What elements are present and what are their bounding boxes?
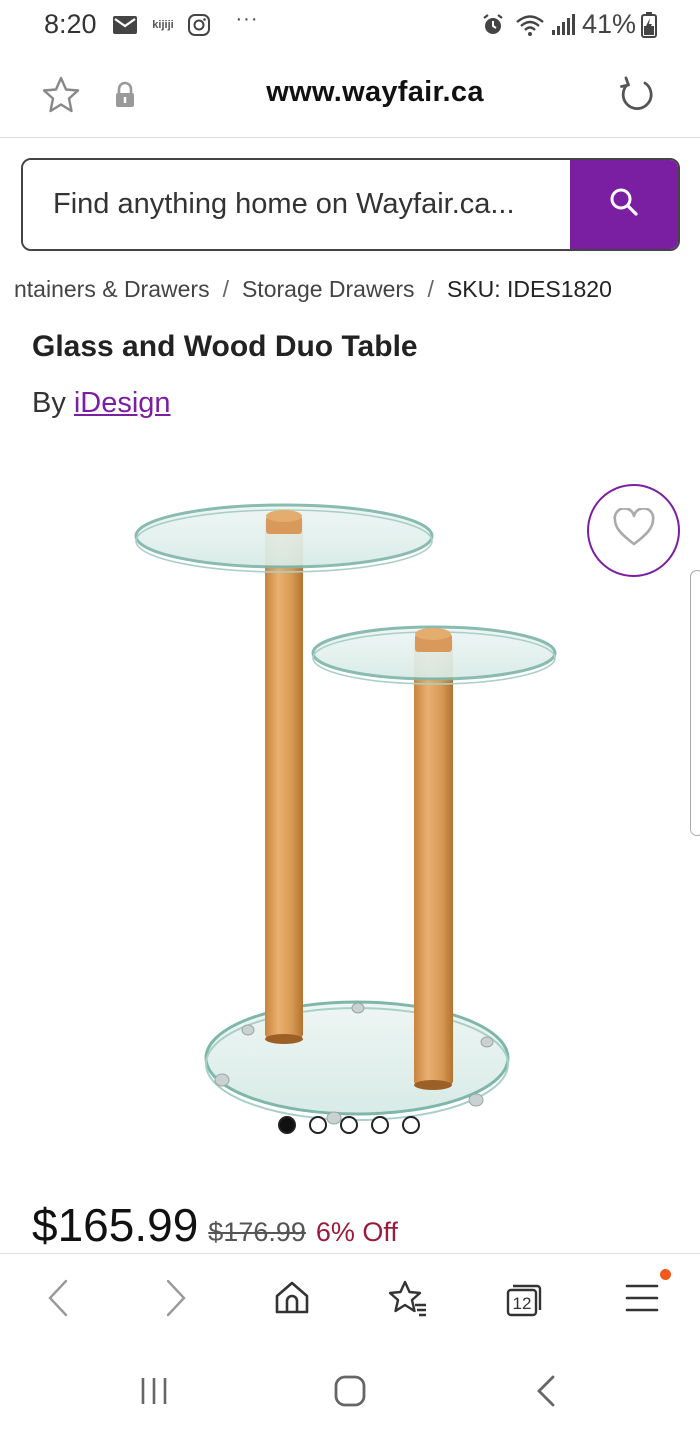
battery-icon [640,10,658,40]
recent-apps-icon [137,1375,171,1412]
current-price: $165.99 [32,1199,199,1251]
product-title: Glass and Wood Duo Table [32,330,418,363]
browser-tabs-button[interactable]: 12 [502,1278,546,1322]
favorite-button[interactable] [587,484,680,577]
lock-icon[interactable] [112,80,138,110]
breadcrumb-item-containers-drawers[interactable]: ntainers & Drawers [14,276,210,303]
browser-forward-button[interactable] [154,1278,198,1322]
tab-count: 12 [512,1294,532,1313]
alarm-icon [480,10,506,40]
browser-toolbar: 12 [0,1253,700,1345]
system-back-button[interactable] [526,1373,566,1413]
status-time: 8:20 [44,9,97,39]
battery-level: 41% [582,9,637,39]
recent-apps-button[interactable] [134,1373,174,1413]
more-icon: ··· [235,7,259,30]
wifi-icon [514,10,546,40]
scroll-handle[interactable] [690,570,700,836]
breadcrumb-separator: / [222,276,229,302]
carousel-dot[interactable] [309,1116,327,1134]
browser-menu-button[interactable] [620,1278,664,1322]
breadcrumb-separator: / [427,276,434,302]
mail-icon [110,10,140,40]
image-carousel-dots [278,1116,420,1134]
search-box [21,158,680,251]
kijiji-icon: kijiji [152,19,174,31]
brand-link[interactable]: iDesign [74,387,171,419]
instagram-icon [186,10,212,40]
carousel-dot[interactable] [371,1116,389,1134]
browser-bookmarks-button[interactable] [386,1278,430,1322]
heart-icon [612,507,656,553]
chevron-left-icon [45,1278,71,1323]
home-square-icon [332,1373,368,1414]
signal-icon [550,10,576,40]
breadcrumb: ntainers & Drawers / Storage Drawers / S… [0,272,700,308]
search-icon [609,187,639,222]
system-navigation-bar [0,1345,700,1439]
carousel-dot[interactable] [278,1116,296,1134]
price-row: $165.99 $176.99 6% Off [32,1198,398,1252]
home-icon [273,1279,311,1322]
carousel-dot[interactable] [402,1116,420,1134]
breadcrumb-sku: SKU: IDES1820 [446,276,612,302]
url-text[interactable]: www.wayfair.ca [140,76,610,109]
chevron-right-icon [163,1278,189,1323]
browser-home-button[interactable] [270,1278,314,1322]
system-home-button[interactable] [330,1373,370,1413]
product-image[interactable] [120,480,580,1140]
search-input[interactable] [23,160,572,249]
status-bar: 8:20 kijiji ··· 41% [0,0,700,50]
browser-url-bar: www.wayfair.ca [0,50,700,138]
reload-icon[interactable] [616,74,658,116]
tabs-icon: 12 [504,1281,544,1319]
product-byline: By iDesign [32,387,171,420]
notification-dot [660,1269,671,1280]
hamburger-menu-icon [624,1282,660,1319]
bookmark-star-icon[interactable] [40,74,82,116]
back-arrow-icon [531,1374,561,1413]
carousel-dot[interactable] [340,1116,358,1134]
bookmarks-icon [388,1279,428,1322]
discount-badge: 6% Off [315,1217,398,1247]
browser-back-button[interactable] [36,1278,80,1322]
breadcrumb-item-storage-drawers[interactable]: Storage Drawers [242,276,415,303]
search-button[interactable] [570,160,678,249]
original-price: $176.99 [208,1217,306,1247]
by-label: By [32,387,66,419]
